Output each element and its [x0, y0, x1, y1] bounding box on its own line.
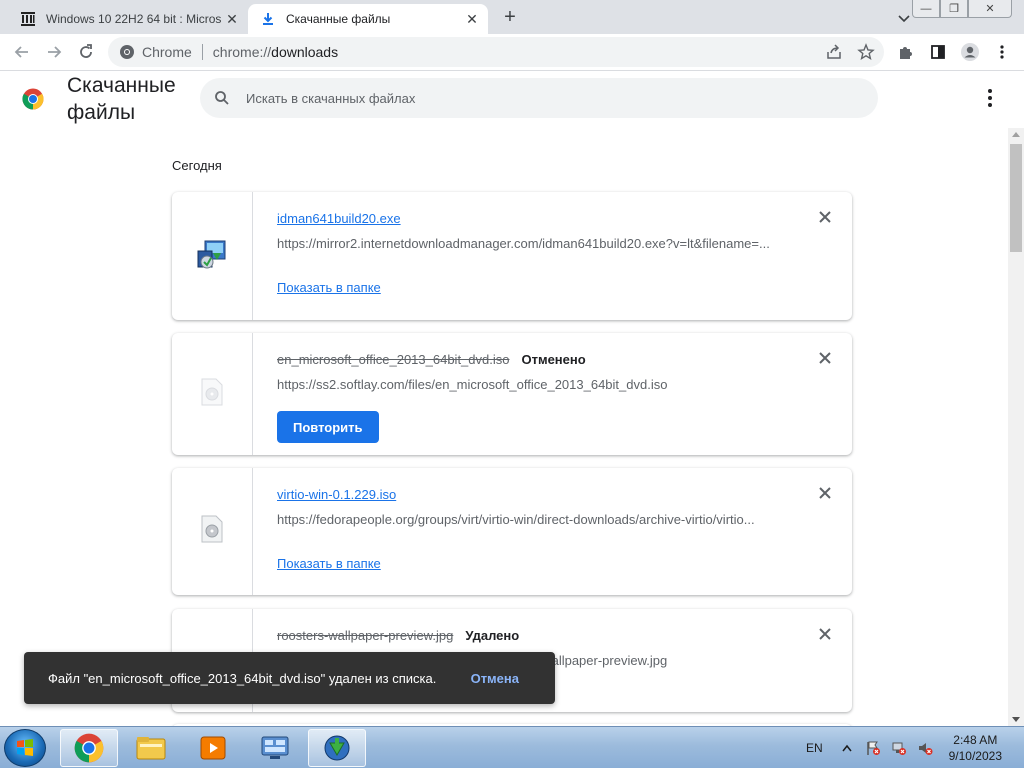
- search-icon: [214, 90, 234, 106]
- file-name-row: idman641build20.exe: [277, 211, 401, 226]
- action-center-flag-icon[interactable]: [865, 740, 881, 756]
- tab-search-chevron-icon[interactable]: [894, 8, 914, 28]
- chrome-logo-icon: [22, 88, 44, 110]
- downloads-list: Сегодня idman641build20.exe https://mirr…: [0, 128, 1008, 726]
- tab-archive-org[interactable]: Windows 10 22H2 64 bit : Micros ✕: [8, 4, 248, 34]
- scroll-up-arrow-icon[interactable]: [1012, 132, 1020, 137]
- url-host: downloads: [271, 44, 339, 60]
- page-scrollbar[interactable]: [1008, 128, 1024, 726]
- remove-item-close-icon[interactable]: [816, 208, 834, 226]
- back-arrow-icon[interactable]: [10, 40, 34, 64]
- remove-item-close-icon[interactable]: [816, 349, 834, 367]
- media-player-taskbar-icon[interactable]: [184, 729, 242, 767]
- scrollbar-thumb[interactable]: [1010, 144, 1022, 252]
- browser-menu-icon[interactable]: [990, 40, 1014, 64]
- language-indicator[interactable]: EN: [806, 741, 823, 755]
- downloads-menu-icon[interactable]: [980, 86, 1000, 110]
- download-item: idman641build20.exe https://mirror2.inte…: [172, 192, 852, 320]
- file-icon-column: [172, 192, 253, 320]
- windows-taskbar: EN 2:48 AM 9/10/2023: [0, 726, 1024, 768]
- window-controls: — ❐ ✕: [912, 0, 1012, 18]
- file-name-link[interactable]: virtio-win-0.1.229.iso: [277, 487, 396, 502]
- omnibox-separator: [201, 44, 203, 60]
- show-in-folder-link[interactable]: Показать в папке: [277, 556, 381, 571]
- tab-title: Windows 10 22H2 64 bit : Micros: [46, 12, 222, 26]
- start-button[interactable]: [4, 729, 46, 767]
- chrome-site-icon: [118, 43, 136, 61]
- date-group-label: Сегодня: [172, 158, 222, 173]
- site-chip: Chrome: [142, 44, 192, 60]
- undo-button[interactable]: Отмена: [471, 671, 519, 686]
- close-window-button[interactable]: ✕: [968, 0, 1012, 18]
- status-text: Удалено: [465, 628, 520, 643]
- file-icon-column: [172, 468, 253, 595]
- file-name-cancelled: en_microsoft_office_2013_64bit_dvd.iso: [277, 352, 510, 367]
- file-name-deleted: roosters-wallpaper-preview.jpg: [277, 628, 454, 643]
- file-icon-column: [172, 333, 253, 455]
- download-item: virtio-win-0.1.229.iso https://fedorapeo…: [172, 468, 852, 595]
- file-source-url[interactable]: https://ss2.softlay.com/files/en_microso…: [277, 377, 777, 392]
- tab-close-icon[interactable]: ✕: [462, 11, 482, 28]
- url-text: chrome://downloads: [213, 44, 338, 60]
- url-scheme: chrome://: [212, 44, 272, 60]
- new-tab-button[interactable]: +: [498, 6, 522, 30]
- disc-file-icon: [199, 515, 225, 548]
- remove-item-close-icon[interactable]: [816, 625, 834, 643]
- file-source-url[interactable]: https://mirror2.internetdownloadmanager.…: [277, 236, 777, 251]
- network-icon[interactable]: [891, 740, 907, 756]
- file-name-row: en_microsoft_office_2013_64bit_dvd.iso От…: [277, 352, 586, 367]
- bookmark-star-icon[interactable]: [854, 40, 878, 64]
- file-name-row: roosters-wallpaper-preview.jpg Удалено: [277, 628, 519, 643]
- extensions-puzzle-icon[interactable]: [894, 40, 918, 64]
- archive-org-icon: [20, 11, 36, 27]
- clock[interactable]: 2:48 AM 9/10/2023: [949, 732, 1002, 764]
- file-explorer-taskbar-icon[interactable]: [122, 729, 180, 767]
- windows-logo-icon: [17, 739, 33, 756]
- page-title: Скачанные файлы: [67, 74, 176, 124]
- download-icon: [260, 11, 276, 27]
- tab-close-icon[interactable]: ✕: [222, 11, 242, 28]
- maximize-button[interactable]: ❐: [940, 0, 968, 18]
- file-name-row: virtio-win-0.1.229.iso: [277, 487, 396, 502]
- minimize-button[interactable]: —: [912, 0, 940, 18]
- file-name-link[interactable]: idman641build20.exe: [277, 211, 401, 226]
- retry-button[interactable]: Повторить: [277, 411, 379, 443]
- show-hidden-icons-arrow-icon[interactable]: [839, 740, 855, 756]
- scroll-down-arrow-icon[interactable]: [1012, 717, 1020, 722]
- downloads-header: Скачанные файлы: [0, 72, 1024, 128]
- browser-toolbar: Chrome chrome://downloads: [0, 34, 1024, 71]
- tab-downloads[interactable]: Скачанные файлы ✕: [248, 4, 488, 34]
- reload-icon[interactable]: [74, 40, 98, 64]
- file-source-url[interactable]: https://fedorapeople.org/groups/virt/vir…: [277, 512, 777, 527]
- search-input[interactable]: [246, 90, 846, 106]
- clock-date: 9/10/2023: [948, 749, 1002, 763]
- removed-toast: Файл "en_microsoft_office_2013_64bit_dvd…: [24, 652, 555, 704]
- download-item: en_microsoft_office_2013_64bit_dvd.iso От…: [172, 333, 852, 455]
- idm-installer-icon: [195, 237, 229, 276]
- system-tray: EN 2:48 AM 9/10/2023: [806, 727, 1024, 769]
- share-icon[interactable]: [822, 40, 846, 64]
- volume-muted-icon[interactable]: [917, 740, 933, 756]
- toast-message: Файл "en_microsoft_office_2013_64bit_dvd…: [48, 670, 437, 686]
- control-panel-taskbar-icon[interactable]: [246, 729, 304, 767]
- remove-item-close-icon[interactable]: [816, 484, 834, 502]
- disc-file-icon: [199, 378, 225, 411]
- show-in-folder-link[interactable]: Показать в папке: [277, 280, 381, 295]
- status-text: Отменено: [521, 352, 586, 367]
- clock-time: 2:48 AM: [953, 733, 998, 747]
- side-panel-icon[interactable]: [926, 40, 950, 64]
- address-bar[interactable]: Chrome chrome://downloads: [108, 37, 884, 67]
- downloads-search[interactable]: [200, 78, 878, 118]
- tab-strip: Windows 10 22H2 64 bit : Micros ✕ Скачан…: [0, 0, 1024, 34]
- chrome-taskbar-icon[interactable]: [60, 729, 118, 767]
- forward-arrow-icon[interactable]: [42, 40, 66, 64]
- idm-taskbar-icon[interactable]: [308, 729, 366, 767]
- profile-avatar-icon[interactable]: [958, 40, 982, 64]
- tab-title: Скачанные файлы: [286, 12, 391, 26]
